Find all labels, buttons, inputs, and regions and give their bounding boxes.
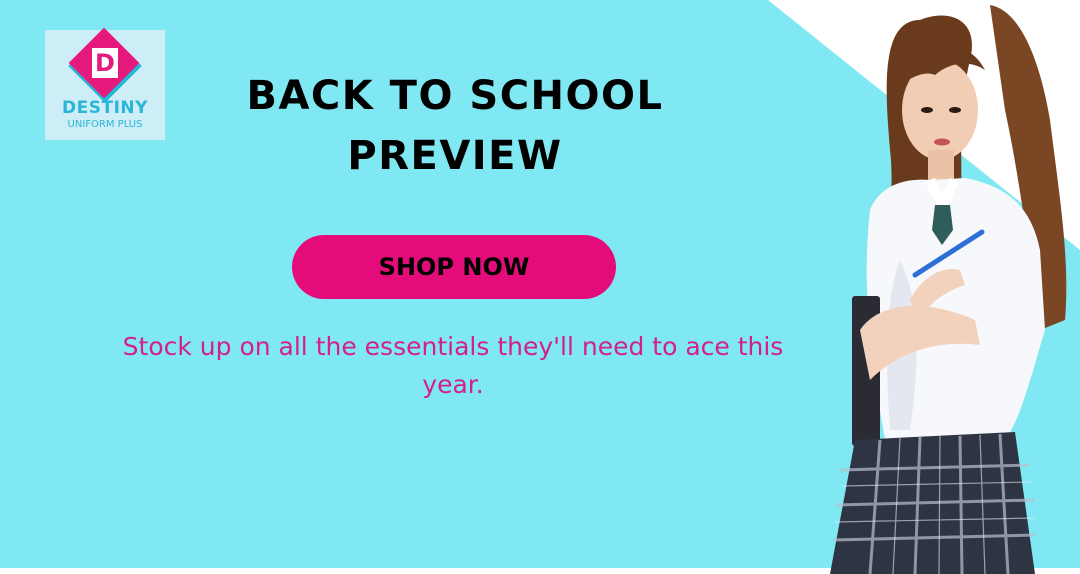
logo-brand-subtitle: UNIFORM PLUS bbox=[67, 119, 143, 130]
destiny-logo[interactable]: D DESTINY UNIFORM PLUS bbox=[45, 27, 165, 140]
tagline-text: Stock up on all the essentials they'll n… bbox=[122, 332, 784, 399]
title-line-1: BACK TO SCHOOL bbox=[246, 73, 664, 119]
shop-now-button[interactable]: SHOP NOW bbox=[292, 235, 616, 299]
logo-brand-name: DESTINY bbox=[62, 98, 148, 118]
logo-letter: D bbox=[92, 48, 118, 78]
title-line-2: PREVIEW bbox=[347, 133, 563, 179]
promo-banner: D DESTINY UNIFORM PLUS BACK TO SCHOOL PR… bbox=[0, 0, 1080, 574]
page-title: BACK TO SCHOOL PREVIEW bbox=[190, 66, 720, 186]
student-photo bbox=[830, 5, 1067, 574]
